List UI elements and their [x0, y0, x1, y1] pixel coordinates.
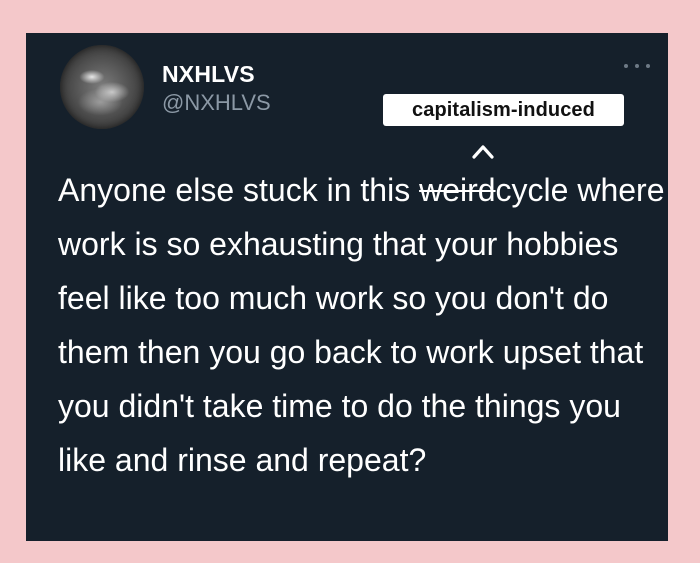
dot	[635, 64, 639, 68]
tweet-card: NXHLVS @NXHLVS capitalism-induced Anyone…	[26, 33, 668, 541]
tweet-body: Anyone else stuck in this weirdcycle whe…	[58, 163, 668, 487]
dot	[646, 64, 650, 68]
struck-word: weird	[419, 172, 496, 208]
more-options-icon[interactable]	[624, 61, 650, 71]
annotation-label: capitalism-induced	[383, 94, 624, 126]
avatar[interactable]	[60, 45, 144, 129]
tweet-text-rest: cycle where work is so exhausting that y…	[58, 172, 665, 478]
tweet-text-start: Anyone else stuck in this	[58, 172, 420, 208]
user-handle[interactable]: @NXHLVS	[162, 90, 271, 116]
dot	[624, 64, 628, 68]
display-name[interactable]: NXHLVS	[162, 61, 255, 88]
insertion-caret-icon	[472, 145, 494, 159]
caret-stroke	[472, 145, 494, 159]
